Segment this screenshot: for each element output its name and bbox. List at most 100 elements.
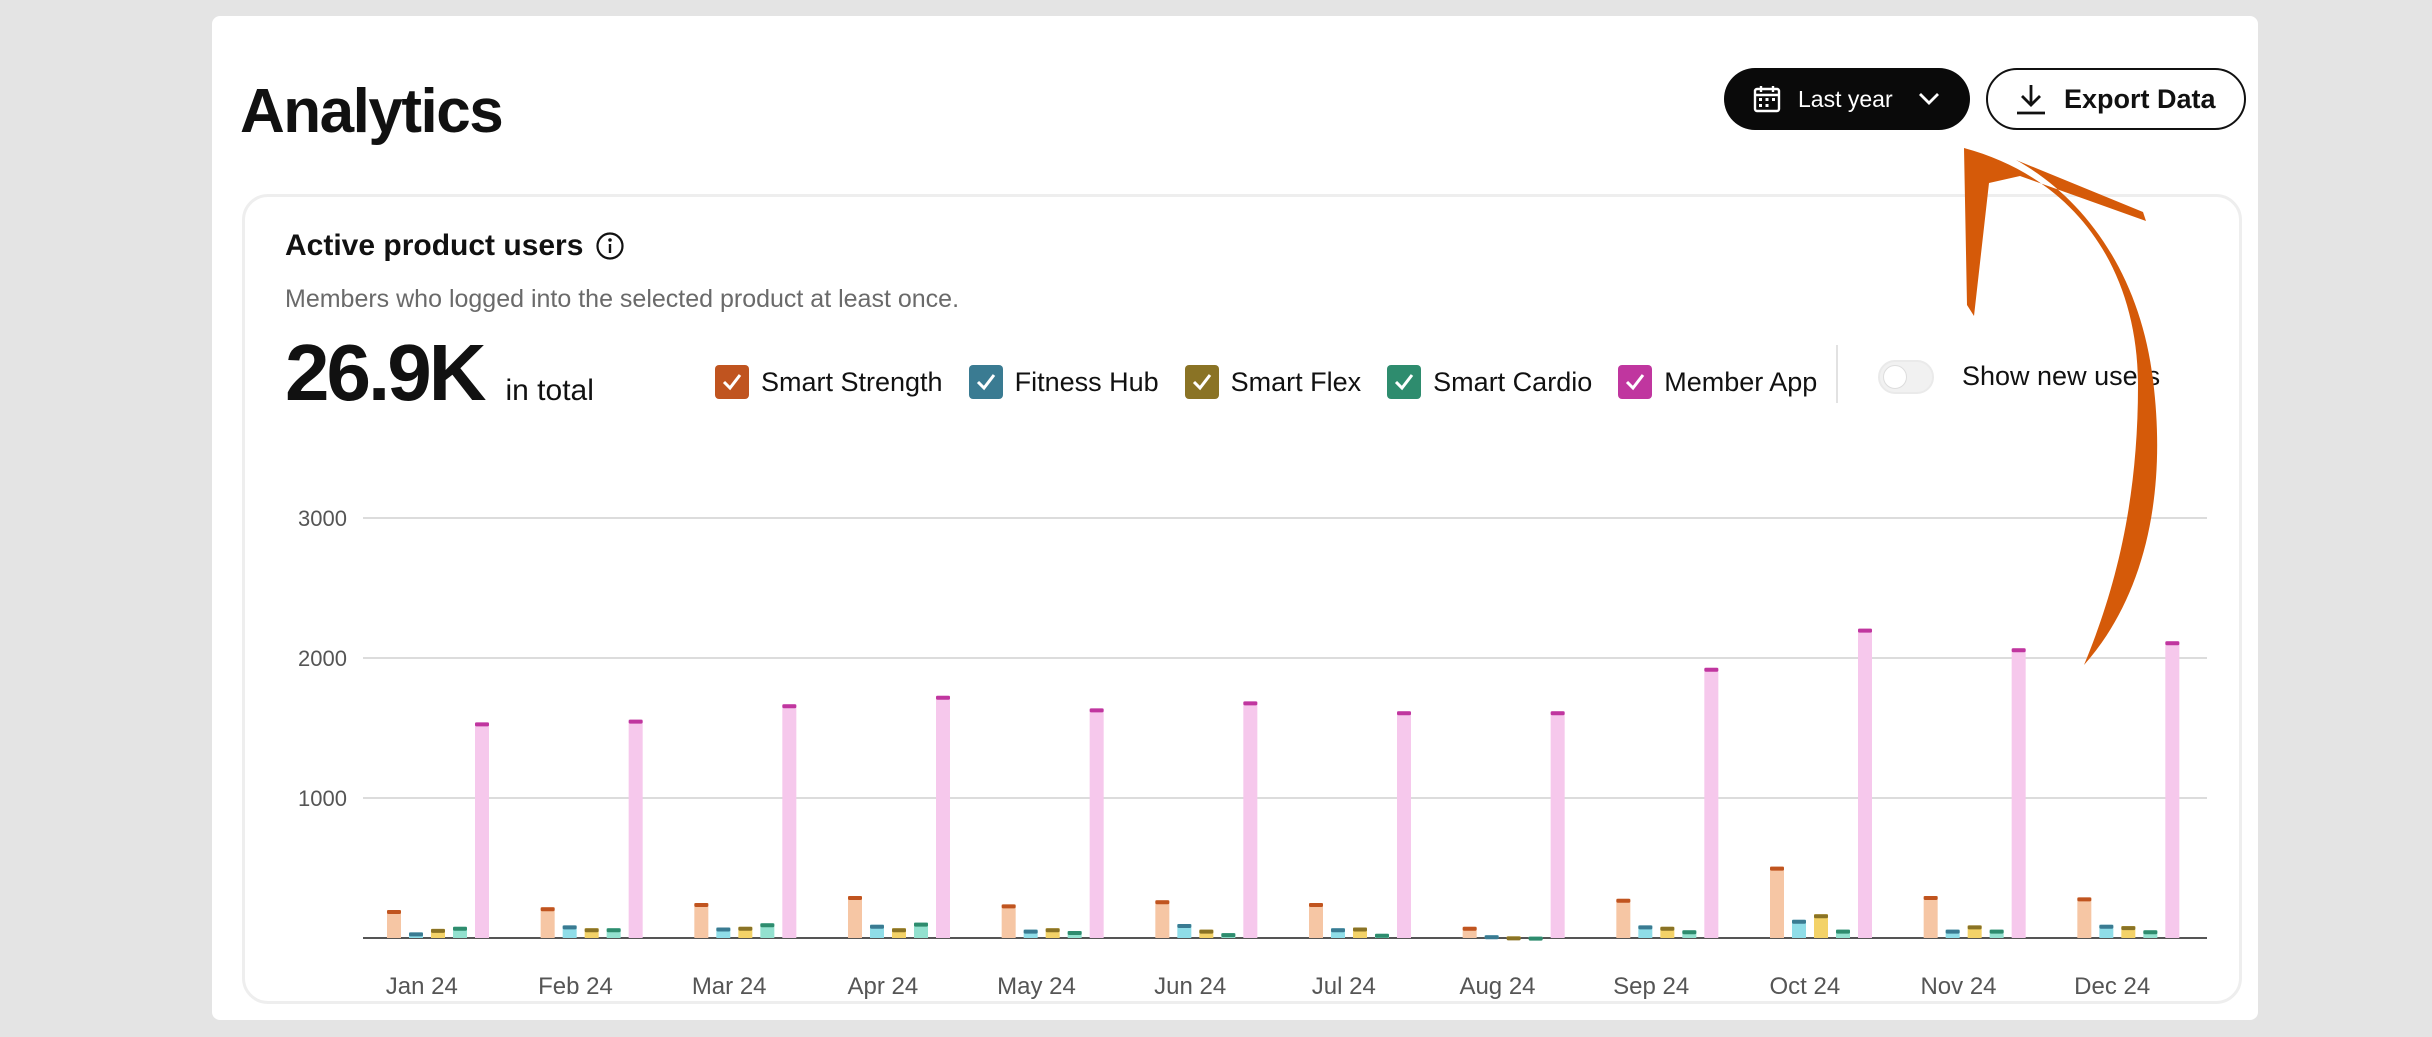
bar-cap [2143, 930, 2158, 935]
export-data-button[interactable]: Export Data [1986, 68, 2246, 130]
active-users-chart: 1000 2000 3000 Jan 24 Feb 24 Mar 24 Apr 24 May … [298, 506, 2207, 1000]
x-tick-label: Jun 24 [1154, 973, 1226, 1000]
bar-cap [760, 923, 775, 928]
bar-cap [782, 704, 797, 709]
bar-cap [584, 928, 599, 933]
bar-cap [628, 719, 643, 724]
bar-cap [1528, 936, 1543, 941]
bar-cap [870, 924, 884, 929]
bar-cap [1155, 900, 1170, 905]
bar-cap [2099, 924, 2114, 929]
bar-cap [1506, 936, 1521, 941]
y-tick-label: 3000 [298, 506, 347, 531]
bar-cap [540, 907, 555, 912]
x-tick-label: Apr 24 [847, 973, 918, 1000]
bar-cap [1945, 929, 1960, 934]
y-tick-label: 1000 [298, 786, 347, 811]
bar-cap [1704, 667, 1719, 672]
date-range-dropdown[interactable]: Last year [1724, 68, 1970, 130]
x-tick-label: Sep 24 [1613, 973, 1689, 1000]
bar-cap [562, 925, 577, 930]
bar-member-app [1243, 701, 1258, 938]
bar-cap [2011, 648, 2026, 653]
active-users-card: Active product users Members who logged … [242, 194, 2242, 1004]
x-tick-label: Mar 24 [692, 973, 767, 1000]
bar-cap [1923, 896, 1938, 900]
x-tick-label: May 24 [997, 973, 1076, 1000]
bar-smart-strength [848, 896, 862, 938]
bar-cap [1792, 919, 1806, 924]
x-tick-label: Oct 24 [1769, 973, 1840, 1000]
bar-cap [716, 927, 731, 932]
x-tick-label: Aug 24 [1459, 973, 1535, 1000]
bar-cap [1397, 711, 1411, 716]
bar-smart-strength [540, 907, 555, 938]
bar-cap [1023, 929, 1038, 934]
bar-smart-strength [2077, 897, 2092, 938]
chevron-down-icon [1916, 86, 1942, 112]
bar-cap [1858, 628, 1872, 633]
bar-cap [1836, 929, 1850, 934]
calendar-icon [1752, 84, 1782, 114]
bar-cap [409, 932, 423, 937]
bar-cap [892, 928, 906, 933]
bar-smart-strength [1001, 904, 1016, 938]
analytics-panel: Analytics Last year Export Data Active p… [212, 16, 2258, 1020]
bar-cap [1989, 929, 2004, 934]
export-label: Export Data [2064, 83, 2216, 114]
bar-cap [1045, 928, 1060, 933]
bar-cap [738, 926, 753, 931]
bar-member-app [1550, 711, 1565, 938]
bar-cap [2077, 897, 2092, 902]
bar-smart-strength [1309, 903, 1323, 938]
bar-cap [1177, 924, 1192, 928]
bar-cap [1067, 931, 1082, 935]
bar-cap [848, 896, 862, 900]
bar-cap [914, 922, 928, 927]
bar-member-app [475, 722, 489, 938]
bar-cap [1309, 903, 1323, 907]
bar-member-app [1858, 628, 1872, 938]
bar-member-app [2011, 648, 2026, 938]
bar-smart-strength [387, 910, 401, 938]
bar-member-app [1397, 711, 1411, 938]
bar-cap [1089, 708, 1104, 713]
bar-member-app [2165, 641, 2180, 938]
x-tick-label: Dec 24 [2074, 973, 2150, 1000]
bar-member-app [1089, 708, 1104, 938]
bar-cap [1550, 711, 1565, 716]
y-tick-label: 2000 [298, 646, 347, 671]
bar-smart-strength [1616, 898, 1631, 938]
bar-cap [1484, 935, 1499, 940]
bar-cap [1616, 898, 1631, 903]
download-icon [2014, 82, 2048, 116]
bar-cap [1682, 930, 1697, 935]
bar-cap [1967, 925, 1982, 930]
bar-member-app [936, 695, 950, 938]
bar-cap [694, 903, 709, 907]
date-range-label: Last year [1798, 85, 1893, 112]
x-tick-label: Jan 24 [386, 973, 458, 1000]
bar-cap [1814, 914, 1828, 919]
bar-cap [936, 695, 950, 700]
bar-cap [1462, 926, 1477, 931]
bar-cap [1660, 926, 1675, 931]
page-title: Analytics [240, 77, 504, 146]
bar-cap [453, 926, 467, 931]
bar-smart-strength [1155, 900, 1170, 938]
bar-cap [1243, 701, 1258, 706]
x-tick-label: Nov 24 [1920, 973, 1996, 1000]
bar-cap [387, 910, 401, 914]
bar-cap [1353, 927, 1367, 932]
bar-cap [1331, 928, 1345, 933]
bar-cap [1001, 904, 1016, 909]
x-tick-label: Feb 24 [538, 973, 613, 1000]
bar-smart-strength [694, 903, 709, 938]
x-tick-label: Jul 24 [1312, 973, 1376, 1000]
bar-member-app [628, 719, 643, 938]
bar-cap [2121, 926, 2136, 931]
bar-cap [431, 928, 445, 933]
bar-member-app [782, 704, 797, 938]
bar-cap [2165, 641, 2180, 646]
bar-cap [1638, 925, 1653, 930]
